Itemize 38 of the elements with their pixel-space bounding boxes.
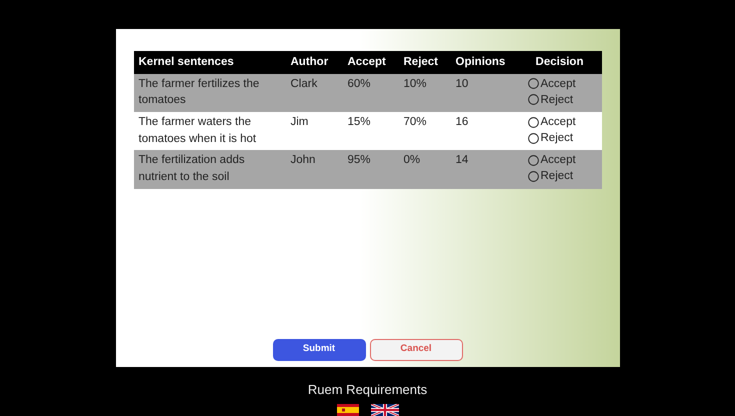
radio-option[interactable]: Reject [528,92,574,108]
table-cell: The farmer fertilizes the tomatoes [134,74,286,112]
radio-circle-icon[interactable] [528,132,538,144]
radio-option[interactable]: Accept [528,152,576,168]
radio-option[interactable]: Accept [528,76,576,92]
uk-flag-icon[interactable] [370,404,398,416]
table-cell: 16 [450,112,518,150]
cancel-button[interactable]: Cancel [370,338,462,360]
radio-circle-icon[interactable] [528,171,538,182]
radio-option[interactable]: Accept [528,114,576,130]
footer-title: Ruem Requirements [308,380,428,399]
radio-circle-icon[interactable] [528,94,538,106]
table-cell: 14 [450,150,518,189]
table-cell: 70% [398,112,450,150]
table-cell: 10% [398,74,450,112]
table-cell: Jim [286,112,342,150]
radio-option[interactable]: Reject [528,168,574,185]
column-header: Opinions [450,51,518,74]
radio-option[interactable]: Reject [528,130,574,146]
table-cell: John [286,150,342,189]
column-header: Kernel sentences [134,51,286,74]
column-header: Decision [518,51,602,74]
table-cell: 10 [450,74,518,112]
table-cell: 60% [342,74,398,112]
table-cell: The farmer waters the tomatoes when it is hot [134,112,286,150]
table-cell: 0% [398,150,450,189]
table-cell: Clark [286,74,342,112]
spain-flag-icon[interactable] [336,404,358,416]
table-cell: 15% [342,112,398,150]
column-header: Accept [342,51,398,74]
table-cell: The fertilization adds nutrient to the soil [134,150,286,189]
radio-circle-icon[interactable] [528,116,538,128]
radio-circle-icon[interactable] [528,154,538,166]
submit-button[interactable]: Submit [272,338,366,360]
table-cell: 95% [342,150,398,189]
column-header: Reject [398,51,450,74]
radio-circle-icon[interactable] [528,78,538,90]
column-header: Author [286,51,342,74]
